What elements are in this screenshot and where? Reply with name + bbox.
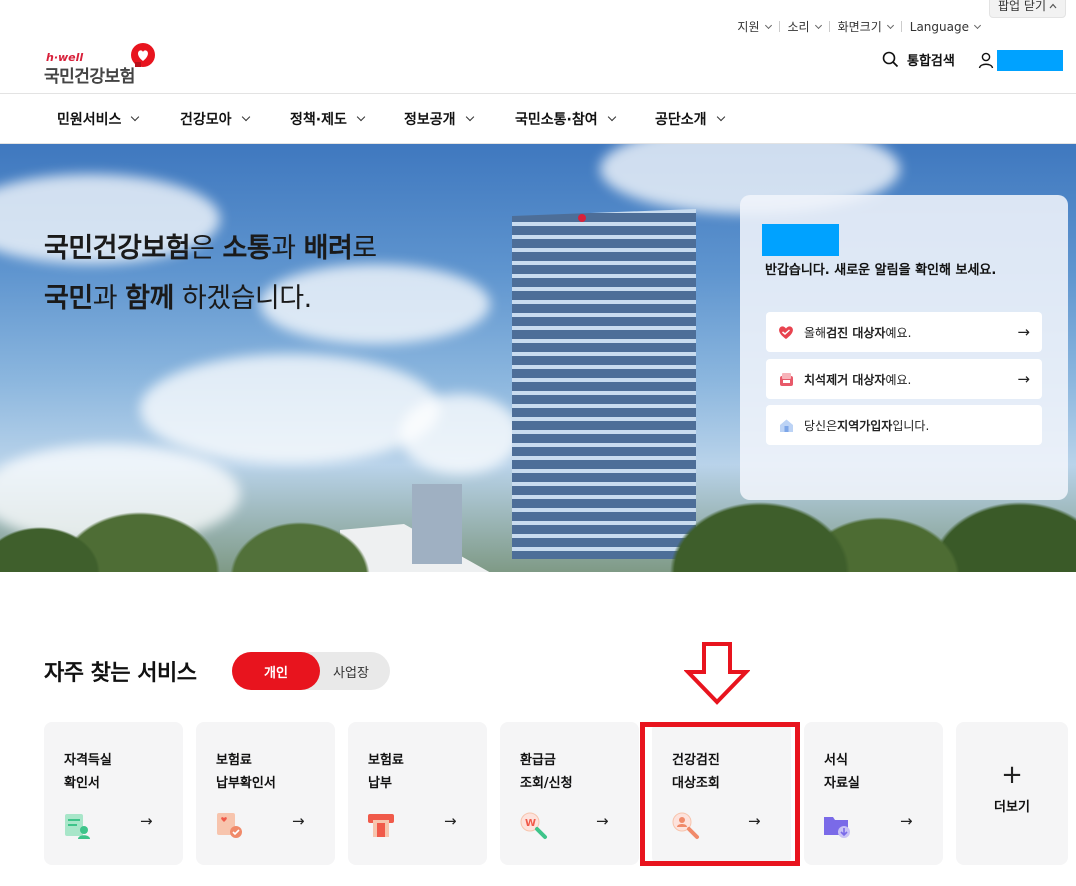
user-name-redacted [762,224,839,256]
notice-regional-subscriber: 당신은 지역가입자 입니다. [766,405,1042,445]
notice-checkup-target[interactable]: 올해 검진 대상자 예요. → [766,312,1042,352]
nav-communication[interactable]: 국민소통·참여 [515,94,616,143]
util-sound[interactable]: 소리 [780,18,829,35]
chevron-down-icon [973,21,982,29]
arrow-right-icon: → [1017,370,1030,388]
arrow-right-icon: → [292,812,305,830]
service-card-premium-payment[interactable]: 보험료 납부 → [348,722,487,865]
hero-text-segment: 배려 [303,233,353,264]
hero-text-segment: 과 [271,233,304,264]
arrow-right-icon: → [444,812,457,830]
site-logo[interactable]: h·well 국민건강보험 [44,42,164,87]
plus-icon: + [1001,760,1023,790]
util-screen-size[interactable]: 화면크기 [830,18,901,35]
hero-text-segment: 은 [190,233,223,264]
chevron-up-icon [1049,3,1057,8]
popup-close-button[interactable]: 팝업 닫기 [989,0,1066,18]
nav-policy[interactable]: 정책·제도 [290,94,366,143]
highlight-annotation-box [640,722,800,866]
more-label: 더보기 [994,800,1030,815]
down-arrow-annotation-icon [684,642,750,705]
certificate-icon [65,814,90,839]
heart-logo-icon [131,43,155,67]
hero-line-2: 국민과 함께 하겠습니다. [44,274,377,324]
page: 팝업 닫기 지원 소리 화면크기 Language h·well 국민건강보험 … [0,0,1076,886]
service-type-toggle: 개인 사업장 [232,652,390,690]
hero-text-segment: 함께 [125,283,174,314]
notification-greeting: 반갑습니다. 새로운 알림을 확인해 보세요. [765,263,997,278]
service-card-refund[interactable]: 환급금 조회/신청 W → [500,722,639,865]
chevron-down-icon [241,112,250,121]
chevron-down-icon [607,112,616,121]
hero-text-segment: 로 [352,233,377,264]
hero-text-segment: 국민 [44,283,93,314]
chevron-down-icon [886,21,894,29]
hero-line-1: 국민건강보험은 소통과 배려로 [44,224,377,274]
util-language[interactable]: Language [902,20,988,34]
hero-text-segment: 소통 [222,233,272,264]
notification-panel: 반갑습니다. 새로운 알림을 확인해 보세요. 올해 검진 대상자 예요. → 치… [740,195,1068,500]
folder-download-icon [824,817,850,838]
popup-close-label: 팝업 닫기 [998,0,1046,13]
hero-text-segment: 국민건강보험 [44,233,191,264]
service-card-forms-library[interactable]: 서식 자료실 → [804,722,943,865]
toggle-personal[interactable]: 개인 [232,652,320,690]
heart-check-icon [778,324,794,340]
frequent-services-title: 자주 찾는 서비스 [44,661,197,686]
nav-civil-services[interactable]: 민원서비스 [57,94,140,143]
chevron-down-icon [814,21,822,29]
main-nav: 민원서비스 건강모아 정책·제도 정보공개 국민소통·참여 공단소개 [0,93,1076,144]
logo-text: 국민건강보험 [44,67,135,87]
unified-search-label: 통합검색 [907,54,955,69]
hero-text-segment: 하겠습니다. [173,283,312,314]
unified-search-button[interactable]: 통합검색 [882,50,955,69]
chevron-down-icon [356,112,366,121]
refund-search-icon: W [520,812,547,839]
payment-icon [368,814,394,837]
chevron-down-icon [131,112,140,121]
arrow-right-icon: → [596,812,609,830]
service-card-qualification[interactable]: 자격득실 확인서 → [44,722,183,865]
svg-text:W: W [525,818,536,829]
nav-about[interactable]: 공단소개 [655,94,725,143]
cloud [140,354,440,464]
chevron-down-icon [716,112,725,121]
user-name-redacted [997,50,1063,71]
toggle-business[interactable]: 사업장 [312,662,390,681]
dental-icon [778,371,794,387]
chevron-down-icon [764,21,772,29]
nav-health-moa[interactable]: 건강모아 [180,94,250,143]
home-icon [778,417,794,433]
utility-menu: 지원 소리 화면크기 Language [729,18,988,35]
arrow-right-icon: → [1017,323,1030,341]
chevron-down-icon [465,112,474,121]
nav-info-disclosure[interactable]: 정보공개 [404,94,474,143]
tower-logo-icon [578,214,586,222]
hero-headline: 국민건강보험은 소통과 배려로 국민과 함께 하겠습니다. [44,224,377,324]
util-support[interactable]: 지원 [729,18,778,35]
arrow-right-icon: → [900,812,913,830]
user-icon [978,52,994,69]
service-card-more[interactable]: + 더보기 [956,722,1068,865]
hero-text-segment: 과 [92,283,126,314]
receipt-icon [217,813,242,838]
notice-scaling-target[interactable]: 치석제거 대상자 예요. → [766,359,1042,399]
search-icon [882,51,899,68]
user-menu[interactable] [978,50,1063,71]
service-card-payment-certificate[interactable]: 보험료 납부확인서 → [196,722,335,865]
arrow-right-icon: → [140,812,153,830]
